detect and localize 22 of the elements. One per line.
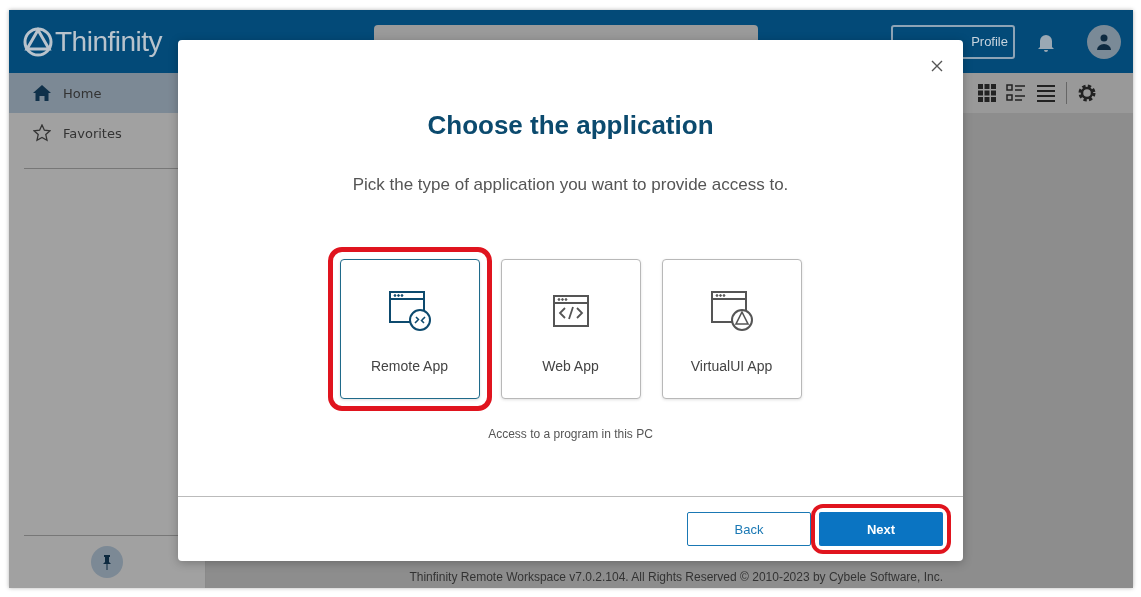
pin-button[interactable] [91,546,123,578]
settings-icon[interactable] [1077,83,1097,103]
dialog-title: Choose the application [427,110,714,141]
pin-icon [103,554,111,570]
app-type-card[interactable]: VirtualUI App [661,259,802,399]
copyright-text: Thinfinity Remote Workspace v7.0.2.104. All Rights Reserved © 2010-2023 by Cybele Software, Inc. [408,570,944,586]
remote-desktop-icon [387,290,432,332]
grid-view-icon[interactable] [978,84,996,102]
list-view-icon[interactable] [1036,84,1056,102]
detail-list-icon[interactable] [1006,84,1026,102]
next-button[interactable]: Next [819,512,943,546]
app-type-card[interactable]: Remote App [339,259,480,399]
virtualui-window-icon [709,290,754,332]
user-avatar[interactable] [1087,24,1121,59]
back-button[interactable]: Back [687,512,811,546]
option-hint: Access to a program in this PC [488,427,653,441]
dialog-subtitle: Pick the type of application you want to provide access to. [352,175,789,195]
app-type-card[interactable]: Web App [500,259,641,399]
sidebar-item[interactable]: Favorites [9,113,205,153]
brand-logo: Thinfinity [23,25,163,58]
home-icon [33,85,51,101]
star-icon [33,124,51,142]
